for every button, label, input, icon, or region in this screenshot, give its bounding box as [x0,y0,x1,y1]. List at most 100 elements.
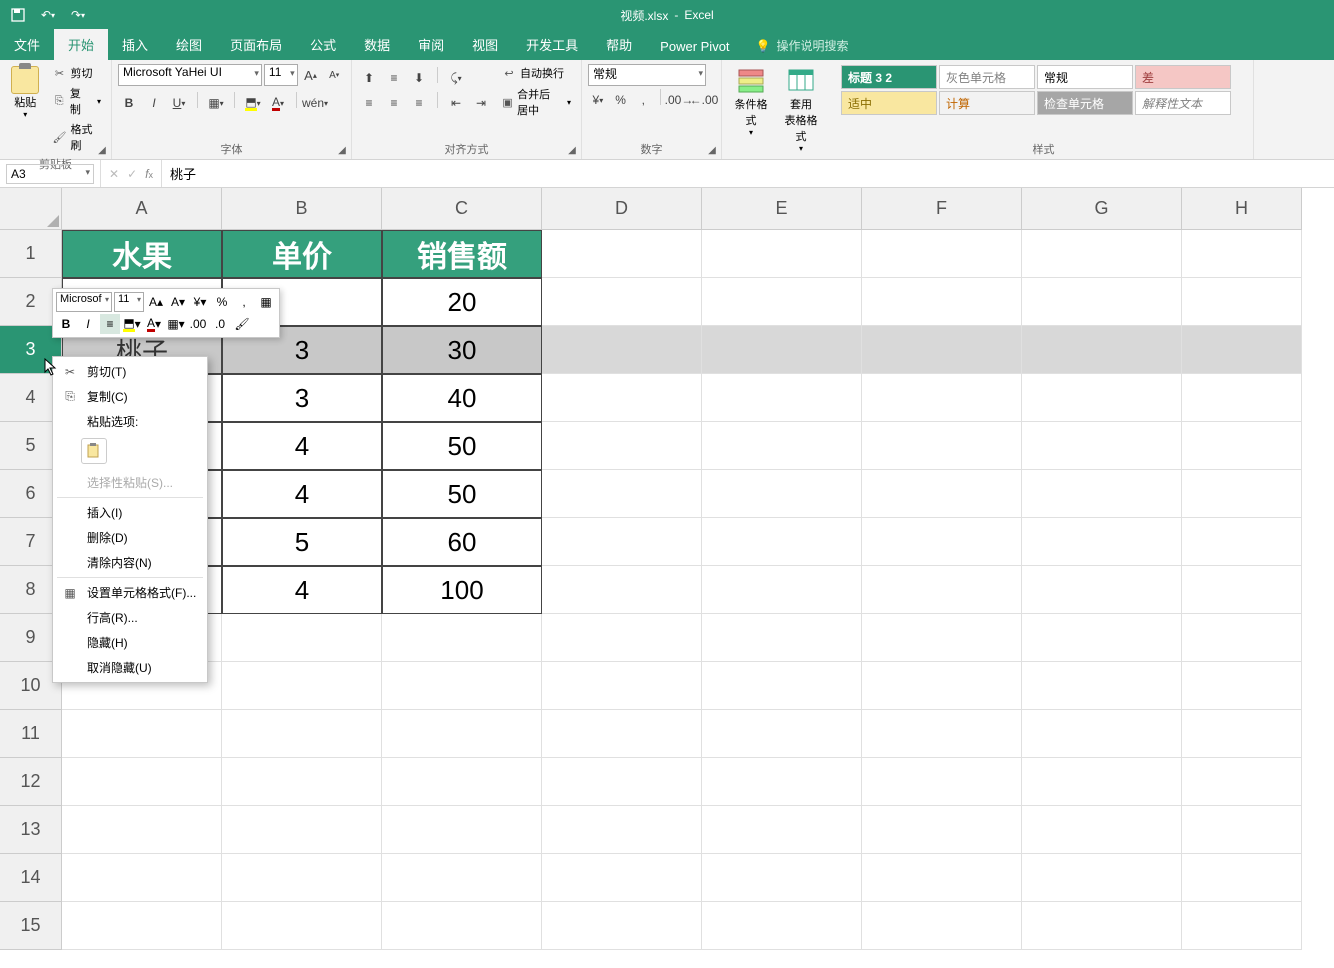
cell[interactable] [1022,518,1182,566]
tab-file[interactable]: 文件 [0,29,54,60]
select-all-corner[interactable] [0,188,62,230]
cell[interactable] [862,566,1022,614]
col-header[interactable]: G [1022,188,1182,230]
ctx-item[interactable]: 行高(R)... [53,605,207,630]
cell[interactable] [862,854,1022,902]
tab-view[interactable]: 视图 [458,29,512,60]
cell[interactable]: 水果 [62,230,222,278]
cell[interactable] [1182,518,1302,566]
cell[interactable]: 40 [382,374,542,422]
cell[interactable] [1022,806,1182,854]
cell[interactable] [862,230,1022,278]
cell[interactable] [702,566,862,614]
cell[interactable] [1022,662,1182,710]
cell-styles-gallery[interactable]: 标题 3 2灰色单元格常规差适中计算检查单元格解释性文本 [840,64,1240,116]
mini-format-cells[interactable]: ▦ [256,292,276,312]
number-launcher[interactable]: ◢ [705,143,719,157]
mini-font-combo[interactable]: Microsof [56,292,112,312]
align-bottom-button[interactable]: ⬇ [408,67,430,89]
cell[interactable] [702,710,862,758]
mini-size-combo[interactable]: 11 [114,292,144,312]
borders-button[interactable]: ▦▾ [205,92,227,114]
cell[interactable] [222,854,382,902]
enter-formula-button[interactable]: ✓ [127,167,137,181]
mini-inc-decimal[interactable]: .00 [188,314,208,334]
cell[interactable] [542,374,702,422]
cell[interactable] [382,854,542,902]
redo-button[interactable]: ↷▾ [68,5,88,25]
tab-powerpivot[interactable]: Power Pivot [646,33,743,60]
tab-home[interactable]: 开始 [54,29,108,60]
style-cell[interactable]: 常规 [1037,65,1133,89]
indent-inc-button[interactable]: ⇥ [470,92,492,114]
cell[interactable] [222,806,382,854]
cell[interactable] [702,662,862,710]
cell[interactable] [862,758,1022,806]
ctx-item[interactable]: 插入(I) [53,500,207,525]
cell[interactable]: 单价 [222,230,382,278]
cell[interactable] [222,710,382,758]
cell[interactable] [1182,758,1302,806]
cell[interactable] [862,374,1022,422]
mini-dec-decimal[interactable]: .0 [210,314,230,334]
col-header[interactable]: B [222,188,382,230]
cell[interactable] [702,374,862,422]
fill-color-button[interactable]: ⬒▾ [242,92,264,114]
tab-draw[interactable]: 绘图 [162,29,216,60]
cell[interactable]: 3 [222,374,382,422]
cell[interactable] [542,806,702,854]
cell[interactable] [542,278,702,326]
cell[interactable] [1182,614,1302,662]
cell[interactable] [1182,422,1302,470]
cell[interactable] [542,854,702,902]
cell[interactable] [1182,326,1302,374]
cell[interactable] [542,758,702,806]
col-header[interactable]: A [62,188,222,230]
row-header[interactable]: 15 [0,902,62,950]
cell[interactable] [222,758,382,806]
cell[interactable] [542,422,702,470]
comma-button[interactable]: , [633,89,653,111]
cell[interactable] [62,806,222,854]
cell[interactable] [542,902,702,950]
style-cell[interactable]: 标题 3 2 [841,65,937,89]
align-center-button[interactable]: ≡ [383,92,405,114]
clipboard-launcher[interactable]: ◢ [95,143,109,157]
font-name-combo[interactable]: Microsoft YaHei UI [118,64,262,86]
cell[interactable] [542,614,702,662]
cell[interactable] [1022,614,1182,662]
tell-me-search[interactable]: 💡 操作说明搜索 [756,37,849,60]
cell[interactable] [542,470,702,518]
col-header[interactable]: E [702,188,862,230]
cell[interactable] [1182,902,1302,950]
name-box[interactable]: A3 [6,164,94,184]
style-cell[interactable]: 适中 [841,91,937,115]
cell[interactable] [1182,662,1302,710]
row-header[interactable]: 14 [0,854,62,902]
col-header[interactable]: C [382,188,542,230]
merge-center-button[interactable]: ▣合并后居中▾ [498,85,575,119]
paste-button[interactable]: 粘贴 ▾ [6,64,44,121]
cell[interactable] [1182,374,1302,422]
save-icon[interactable] [8,5,28,25]
ctx-item[interactable]: 取消隐藏(U) [53,655,207,680]
accounting-button[interactable]: ¥▾ [588,89,608,111]
cell[interactable] [1022,758,1182,806]
conditional-format-button[interactable]: 条件格式▾ [728,64,774,139]
cell[interactable] [542,710,702,758]
format-as-table-button[interactable]: 套用 表格格式▾ [778,64,824,155]
mini-italic[interactable]: I [78,314,98,334]
cell[interactable] [862,614,1022,662]
cell[interactable] [382,710,542,758]
tab-formulas[interactable]: 公式 [296,29,350,60]
mini-borders[interactable]: ▦▾ [166,314,186,334]
cell[interactable] [862,422,1022,470]
align-launcher[interactable]: ◢ [565,143,579,157]
decrease-decimal-button[interactable]: ←.00 [693,89,715,111]
style-cell[interactable]: 检查单元格 [1037,91,1133,115]
cell[interactable] [702,230,862,278]
mini-font-color[interactable]: A▾ [144,314,164,334]
cell[interactable] [702,326,862,374]
cell[interactable] [862,518,1022,566]
tab-insert[interactable]: 插入 [108,29,162,60]
